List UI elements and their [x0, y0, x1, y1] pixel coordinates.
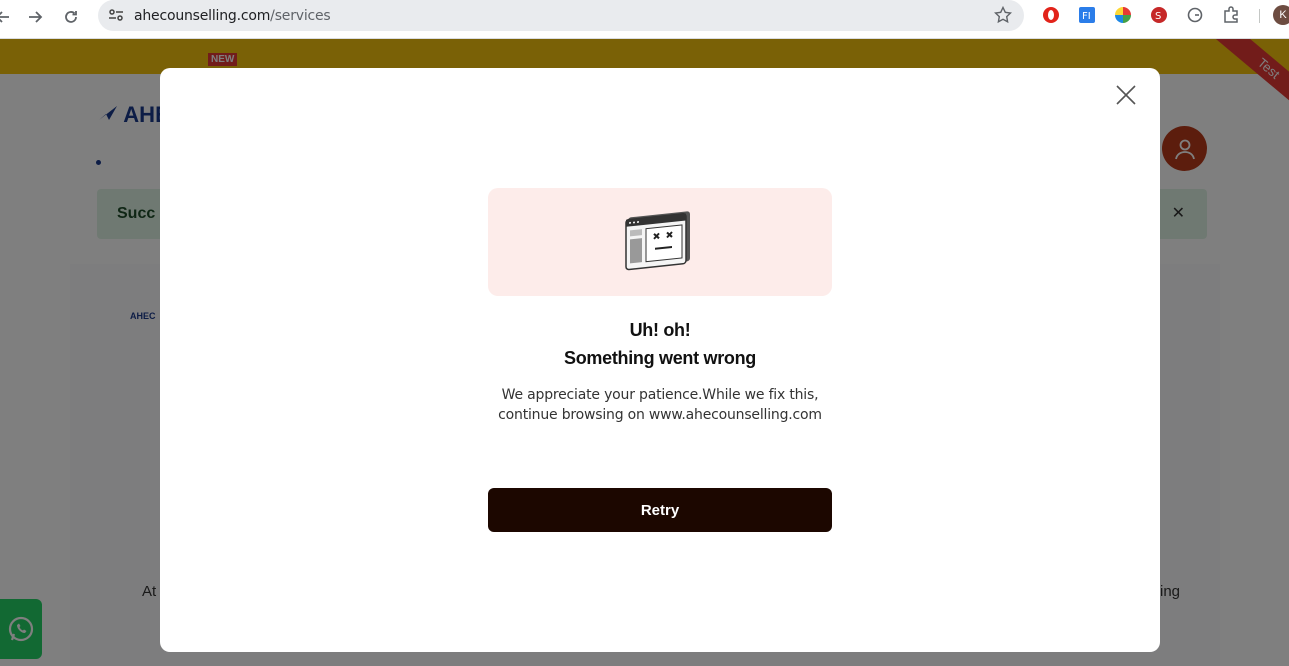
star-icon[interactable] [994, 6, 1012, 24]
grammarly-extension-icon[interactable] [1186, 6, 1204, 24]
fi-extension-icon[interactable]: FI [1078, 6, 1096, 24]
error-message: We appreciate your patience.While we fix… [160, 385, 1160, 425]
svg-text:S: S [1155, 11, 1161, 22]
svg-text:FI: FI [1082, 11, 1091, 22]
close-icon[interactable] [1115, 84, 1137, 106]
color-wheel-extension-icon[interactable] [1114, 6, 1132, 24]
broken-browser-window-icon [625, 211, 690, 271]
error-modal: Uh! oh! Something went wrong We apprecia… [160, 68, 1160, 652]
url-path: /services [270, 8, 331, 24]
puzzle-extensions-icon[interactable] [1222, 6, 1240, 24]
opera-extension-icon[interactable] [1042, 6, 1060, 24]
url-domain: ahecounselling.com [134, 8, 271, 24]
error-message-line2: continue browsing on www.ahecounselling.… [498, 407, 822, 423]
profile-avatar[interactable]: K [1273, 5, 1289, 25]
profile-initial: K [1279, 9, 1287, 21]
browser-toolbar: ahecounselling.com/services FI S K [0, 0, 1289, 39]
forward-arrow-icon[interactable] [24, 6, 46, 28]
error-title-line1: Uh! oh! [629, 320, 691, 340]
site-info-icon[interactable] [108, 8, 124, 22]
back-arrow-icon[interactable] [0, 6, 14, 28]
url-text[interactable]: ahecounselling.com/services [134, 8, 331, 24]
error-title: Uh! oh! Something went wrong [160, 316, 1160, 372]
toolbar-separator [1259, 9, 1260, 23]
error-illustration [488, 188, 832, 296]
address-bar[interactable]: ahecounselling.com/services [98, 0, 1024, 31]
retry-button[interactable]: Retry [488, 488, 832, 532]
reload-icon[interactable] [60, 6, 82, 28]
seo-extension-icon[interactable]: S [1150, 6, 1168, 24]
error-message-line1: We appreciate your patience.While we fix… [501, 387, 819, 403]
error-title-line2: Something went wrong [564, 348, 756, 368]
